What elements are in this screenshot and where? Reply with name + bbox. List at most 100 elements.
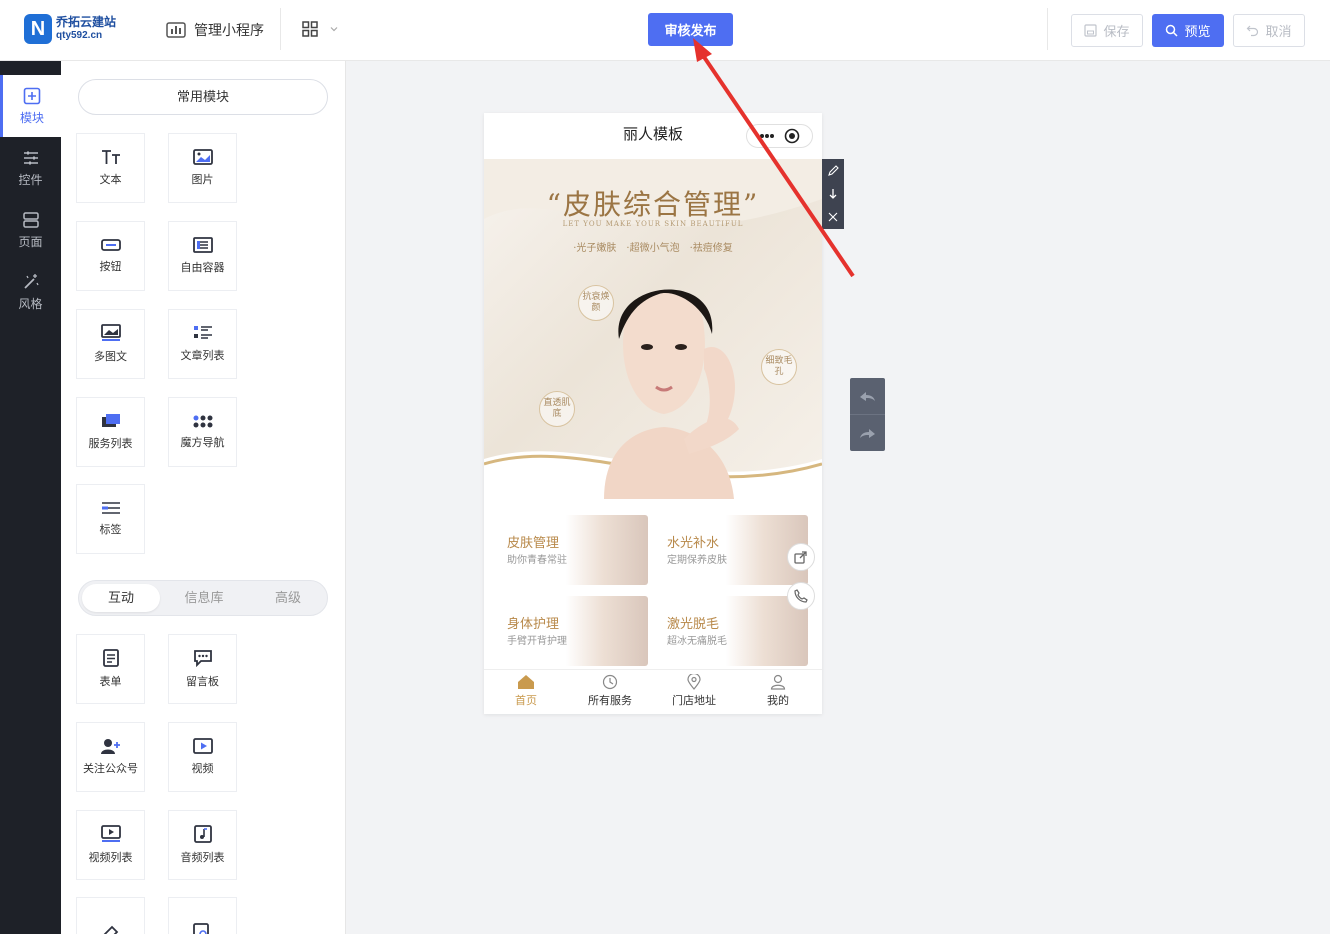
module-free-container[interactable]: 自由容器	[168, 221, 237, 291]
sidenav-item-controls[interactable]: 控件	[0, 137, 61, 199]
module-edit-toolbar	[822, 159, 844, 229]
service-card-title: 身体护理	[507, 616, 560, 631]
module-form[interactable]: 表单	[76, 634, 145, 704]
service-card-subtitle: 定期保养皮肤	[667, 555, 727, 566]
module-text[interactable]: 文本	[76, 133, 145, 203]
service-card-title: 皮肤管理	[507, 535, 560, 550]
module-message-board[interactable]: 留言板	[168, 634, 237, 704]
logo-domain: qty592.cn	[56, 30, 103, 41]
redo-icon[interactable]	[850, 415, 885, 451]
sidenav-item-modules[interactable]: 模块	[0, 75, 61, 137]
module-label: 文本	[99, 174, 122, 186]
preview-button[interactable]: 预览	[1152, 14, 1224, 47]
common-modules-title: 常用模块	[78, 79, 328, 115]
module-more-1[interactable]	[76, 897, 145, 934]
layers-icon	[22, 211, 39, 228]
service-card-subtitle: 超冰无痛脱毛	[667, 636, 727, 647]
module-multi-image-text[interactable]: 多图文	[76, 309, 145, 379]
dots-grid-icon	[193, 415, 212, 428]
module-button[interactable]: 按钮	[76, 221, 145, 291]
sidenav-item-pages[interactable]: 页面	[0, 199, 61, 261]
module-category-tabs: 互动 信息库 高级	[78, 580, 328, 616]
share-button[interactable]	[787, 543, 815, 571]
tab-interactive[interactable]: 互动	[82, 584, 160, 612]
edit-icon[interactable]	[822, 160, 844, 182]
tabbar-item-mine[interactable]: 我的	[736, 674, 820, 712]
sliders-icon	[23, 151, 38, 164]
tabbar-label: 所有服务	[588, 695, 632, 707]
tabbar-item-address[interactable]: 门店地址	[652, 674, 736, 712]
save-button[interactable]: 保存	[1071, 14, 1143, 47]
side-nav: 模块 控件 页面 风格	[0, 61, 61, 934]
add-user-icon	[100, 739, 120, 754]
module-label: 视频列表	[88, 852, 133, 864]
tabbar-item-services[interactable]: 所有服务	[568, 674, 652, 712]
module-more-2[interactable]	[168, 897, 237, 934]
cancel-button[interactable]: 取消	[1233, 14, 1305, 47]
sidenav-label: 页面	[18, 234, 43, 249]
logo-text: 乔拓云建站 qty592.cn	[56, 16, 116, 42]
module-label: 多图文	[94, 351, 127, 363]
chevron-down-icon	[330, 27, 338, 32]
text-icon	[101, 150, 120, 164]
tab-info-library[interactable]: 信息库	[165, 584, 243, 612]
bar-chart-icon	[166, 22, 186, 38]
module-cube-nav[interactable]: 魔方导航	[168, 397, 237, 467]
mini-program-capsule[interactable]	[746, 124, 813, 148]
service-card[interactable]: 皮肤管理 助你青春常驻	[498, 515, 648, 585]
publish-button[interactable]: 审核发布	[648, 13, 733, 46]
manage-mini-program-link[interactable]: 管理小程序	[166, 20, 264, 40]
module-audio-list[interactable]: 音频列表	[168, 810, 237, 880]
call-button[interactable]	[787, 582, 815, 610]
search-icon	[1166, 24, 1179, 37]
module-video-list[interactable]: 视频列表	[76, 810, 145, 880]
form-icon	[102, 649, 119, 667]
preview-label: 预览	[1184, 24, 1211, 39]
phone-page-title: 丽人模板	[622, 126, 683, 143]
module-video[interactable]: 视频	[168, 722, 237, 792]
manage-label: 管理小程序	[194, 22, 264, 38]
multi-image-icon	[100, 324, 121, 341]
button-icon	[100, 239, 121, 251]
video-list-icon	[100, 825, 121, 842]
banner-tags: ·光子嫩肤 ·超微小气泡 ·祛痘修复	[573, 243, 733, 254]
user-icon	[770, 674, 786, 690]
more-dots-icon	[760, 134, 775, 138]
eraser-icon	[103, 925, 118, 934]
service-grid: 皮肤管理 助你青春常驻 水光补水 定期保养皮肤 身体护理 手臂开背护理 激光脱毛…	[484, 503, 822, 669]
banner-badge: 细致毛孔	[761, 349, 797, 385]
phone-tabbar: 首页 所有服务 门店地址 我的	[484, 669, 822, 714]
service-list-icon	[101, 414, 120, 427]
sidenav-label: 模块	[19, 110, 44, 125]
tab-advanced[interactable]: 高级	[249, 584, 327, 612]
sidenav-item-style[interactable]: 风格	[0, 261, 61, 323]
module-label: 标签	[99, 524, 122, 536]
module-label: 自由容器	[180, 262, 225, 274]
phone-preview[interactable]: 丽人模板 “皮肤综合管理” LET YOU MAKE YOUR SKIN BEA…	[484, 113, 822, 714]
tabbar-label: 我的	[767, 695, 789, 707]
close-icon[interactable]	[822, 206, 844, 228]
share-icon	[794, 551, 807, 564]
module-image[interactable]: 图片	[168, 133, 237, 203]
module-label: 留言板	[186, 676, 219, 688]
undo-icon[interactable]	[850, 378, 885, 414]
banner-image[interactable]: “皮肤综合管理” LET YOU MAKE YOUR SKIN BEAUTIFU…	[484, 159, 822, 499]
phone-header: 丽人模板	[484, 113, 822, 159]
logo[interactable]: N 乔拓云建站 qty592.cn	[24, 14, 116, 44]
service-card[interactable]: 水光补水 定期保养皮肤	[658, 515, 808, 585]
article-list-icon	[193, 326, 212, 339]
service-card[interactable]: 激光脱毛 超冰无痛脱毛	[658, 596, 808, 666]
tabbar-item-home[interactable]: 首页	[484, 674, 568, 712]
service-card[interactable]: 身体护理 手臂开背护理	[498, 596, 648, 666]
module-article-list[interactable]: 文章列表	[168, 309, 237, 379]
module-follow-official-account[interactable]: 关注公众号	[76, 722, 145, 792]
undo-redo-panel	[850, 378, 885, 451]
move-down-icon[interactable]	[822, 183, 844, 205]
module-label: 魔方导航	[180, 437, 225, 449]
module-tag[interactable]: 标签	[76, 484, 145, 554]
apps-switcher[interactable]	[302, 21, 340, 37]
location-icon	[687, 674, 701, 690]
service-card-title: 水光补水	[667, 535, 720, 550]
search-doc-icon	[192, 923, 209, 934]
module-service-list[interactable]: 服务列表	[76, 397, 145, 467]
